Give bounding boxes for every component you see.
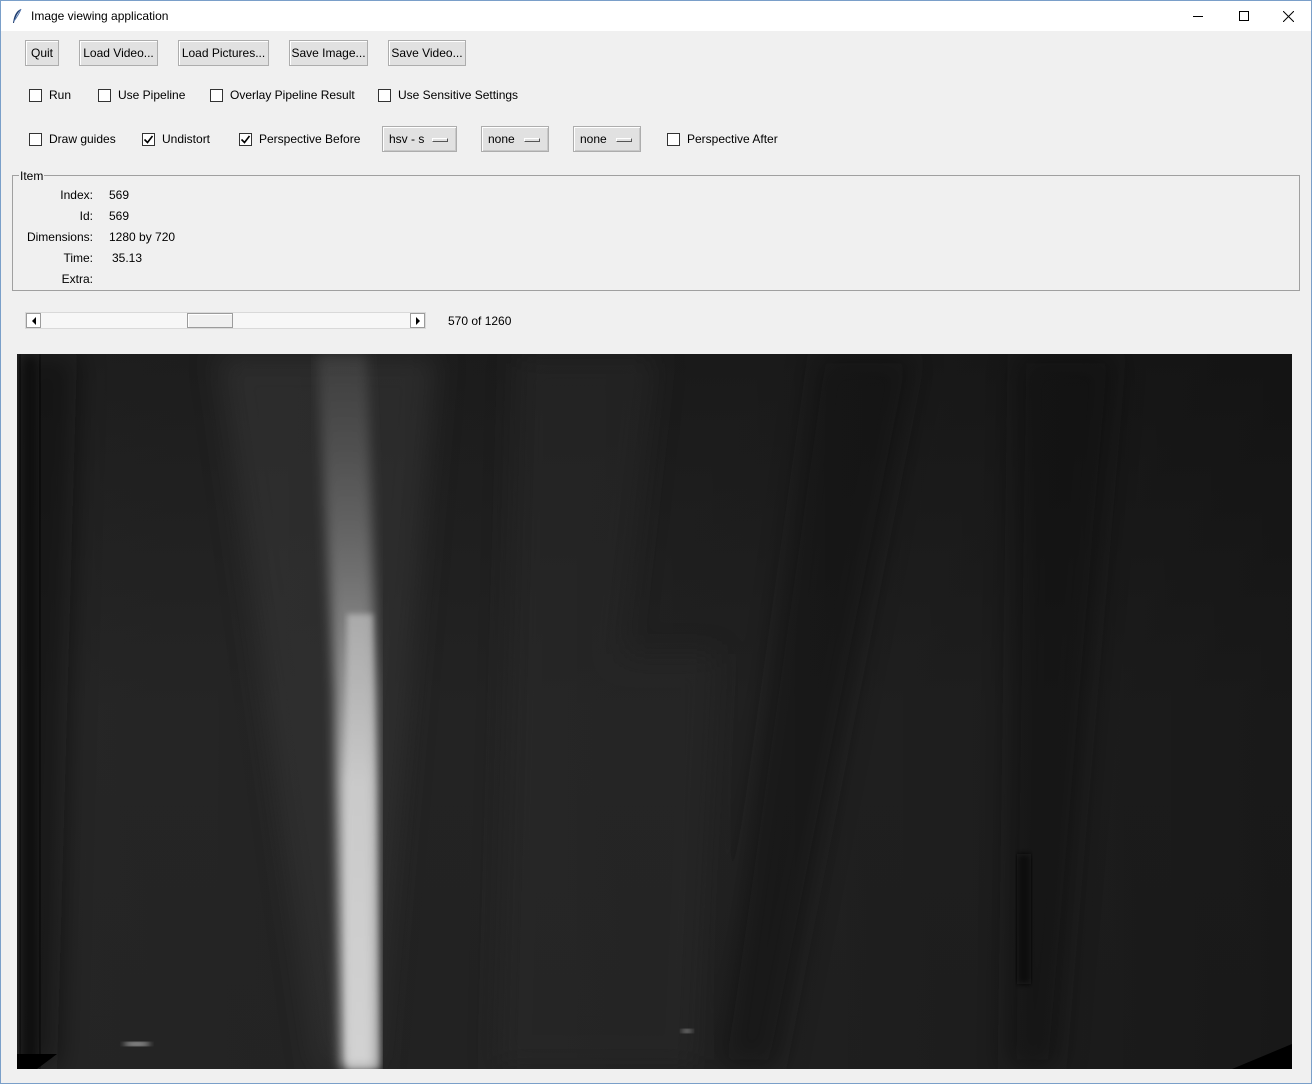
item-group bbox=[12, 175, 1300, 291]
maximize-icon bbox=[1239, 11, 1249, 21]
id-key: Id: bbox=[79, 209, 93, 223]
index-value: 569 bbox=[109, 188, 130, 202]
channel-menu-1[interactable]: hsv - s bbox=[382, 126, 457, 152]
use-pipeline-checkbox-box[interactable] bbox=[98, 88, 111, 102]
channel-menu-3-value: none bbox=[580, 132, 607, 146]
time-value: 35.13 bbox=[112, 251, 143, 265]
use-pipeline-checkbox[interactable]: Use Pipeline bbox=[98, 87, 185, 103]
draw-guides-checkbox[interactable]: Draw guides bbox=[29, 131, 116, 147]
use-pipeline-label: Use Pipeline bbox=[118, 88, 186, 102]
minimize-icon bbox=[1193, 16, 1203, 17]
frame-scrollbar[interactable] bbox=[25, 312, 426, 329]
channel-menu-1-value: hsv - s bbox=[389, 132, 425, 146]
feather-icon bbox=[11, 8, 23, 24]
use-sensitive-settings-label: Use Sensitive Settings bbox=[398, 88, 519, 102]
quit-button[interactable]: Quit bbox=[25, 40, 59, 66]
save-video-button[interactable]: Save Video... bbox=[388, 40, 466, 66]
extra-key: Extra: bbox=[61, 272, 93, 286]
run-label: Run bbox=[49, 88, 72, 102]
undistort-label: Undistort bbox=[162, 132, 211, 146]
overlay-pipeline-result-checkbox-box[interactable] bbox=[210, 88, 223, 102]
dropdown-indicator-icon bbox=[616, 138, 632, 142]
arrow-left-icon bbox=[31, 316, 36, 325]
channel-menu-2[interactable]: none bbox=[481, 126, 549, 152]
scroll-right-button[interactable] bbox=[410, 313, 425, 328]
dimensions-value: 1280 by 720 bbox=[109, 230, 176, 244]
perspective-before-checkbox-box[interactable] bbox=[239, 132, 252, 146]
perspective-after-label: Perspective After bbox=[687, 132, 778, 146]
perspective-after-checkbox-box[interactable] bbox=[667, 132, 680, 146]
close-button[interactable] bbox=[1265, 1, 1311, 31]
maximize-button[interactable] bbox=[1221, 1, 1267, 31]
frame-position-text: 570 of 1260 bbox=[448, 314, 512, 328]
draw-guides-checkbox-box[interactable] bbox=[29, 132, 42, 146]
close-icon bbox=[1282, 10, 1294, 22]
draw-guides-label: Draw guides bbox=[49, 132, 116, 146]
run-checkbox-box[interactable] bbox=[29, 88, 42, 102]
title-bar[interactable]: Image viewing application bbox=[1, 1, 1311, 31]
perspective-after-checkbox[interactable]: Perspective After bbox=[667, 131, 778, 147]
time-key: Time: bbox=[63, 251, 93, 265]
use-sensitive-settings-checkbox-box[interactable] bbox=[378, 88, 391, 102]
id-value: 569 bbox=[109, 209, 130, 223]
dropdown-indicator-icon bbox=[432, 138, 448, 142]
load-video-button[interactable]: Load Video... bbox=[79, 40, 158, 66]
undistort-checkbox[interactable]: Undistort bbox=[142, 131, 210, 147]
channel-menu-2-value: none bbox=[488, 132, 515, 146]
overlay-pipeline-result-label: Overlay Pipeline Result bbox=[230, 88, 355, 102]
checkmark-icon bbox=[240, 135, 251, 144]
minimize-button[interactable] bbox=[1175, 1, 1221, 31]
dimensions-key: Dimensions: bbox=[26, 230, 93, 244]
frame-image bbox=[17, 354, 1292, 1069]
undistort-checkbox-box[interactable] bbox=[142, 132, 155, 146]
overlay-pipeline-result-checkbox[interactable]: Overlay Pipeline Result bbox=[210, 87, 355, 103]
dropdown-indicator-icon bbox=[524, 138, 540, 142]
scroll-left-button[interactable] bbox=[26, 313, 41, 328]
arrow-right-icon bbox=[415, 316, 420, 325]
checkmark-icon bbox=[143, 135, 154, 144]
item-group-label: Item bbox=[19, 169, 45, 183]
window-title: Image viewing application bbox=[31, 9, 169, 23]
app-window: Image viewing application Quit Load Vide… bbox=[0, 0, 1312, 1084]
index-key: Index: bbox=[60, 188, 93, 202]
load-pictures-button[interactable]: Load Pictures... bbox=[178, 40, 269, 66]
save-image-button[interactable]: Save Image... bbox=[289, 40, 368, 66]
perspective-before-checkbox[interactable]: Perspective Before bbox=[239, 131, 360, 147]
image-canvas[interactable] bbox=[17, 354, 1292, 1069]
scroll-thumb[interactable] bbox=[187, 313, 233, 328]
run-checkbox[interactable]: Run bbox=[29, 87, 71, 103]
channel-menu-3[interactable]: none bbox=[573, 126, 641, 152]
perspective-before-label: Perspective Before bbox=[259, 132, 361, 146]
use-sensitive-settings-checkbox[interactable]: Use Sensitive Settings bbox=[378, 87, 518, 103]
